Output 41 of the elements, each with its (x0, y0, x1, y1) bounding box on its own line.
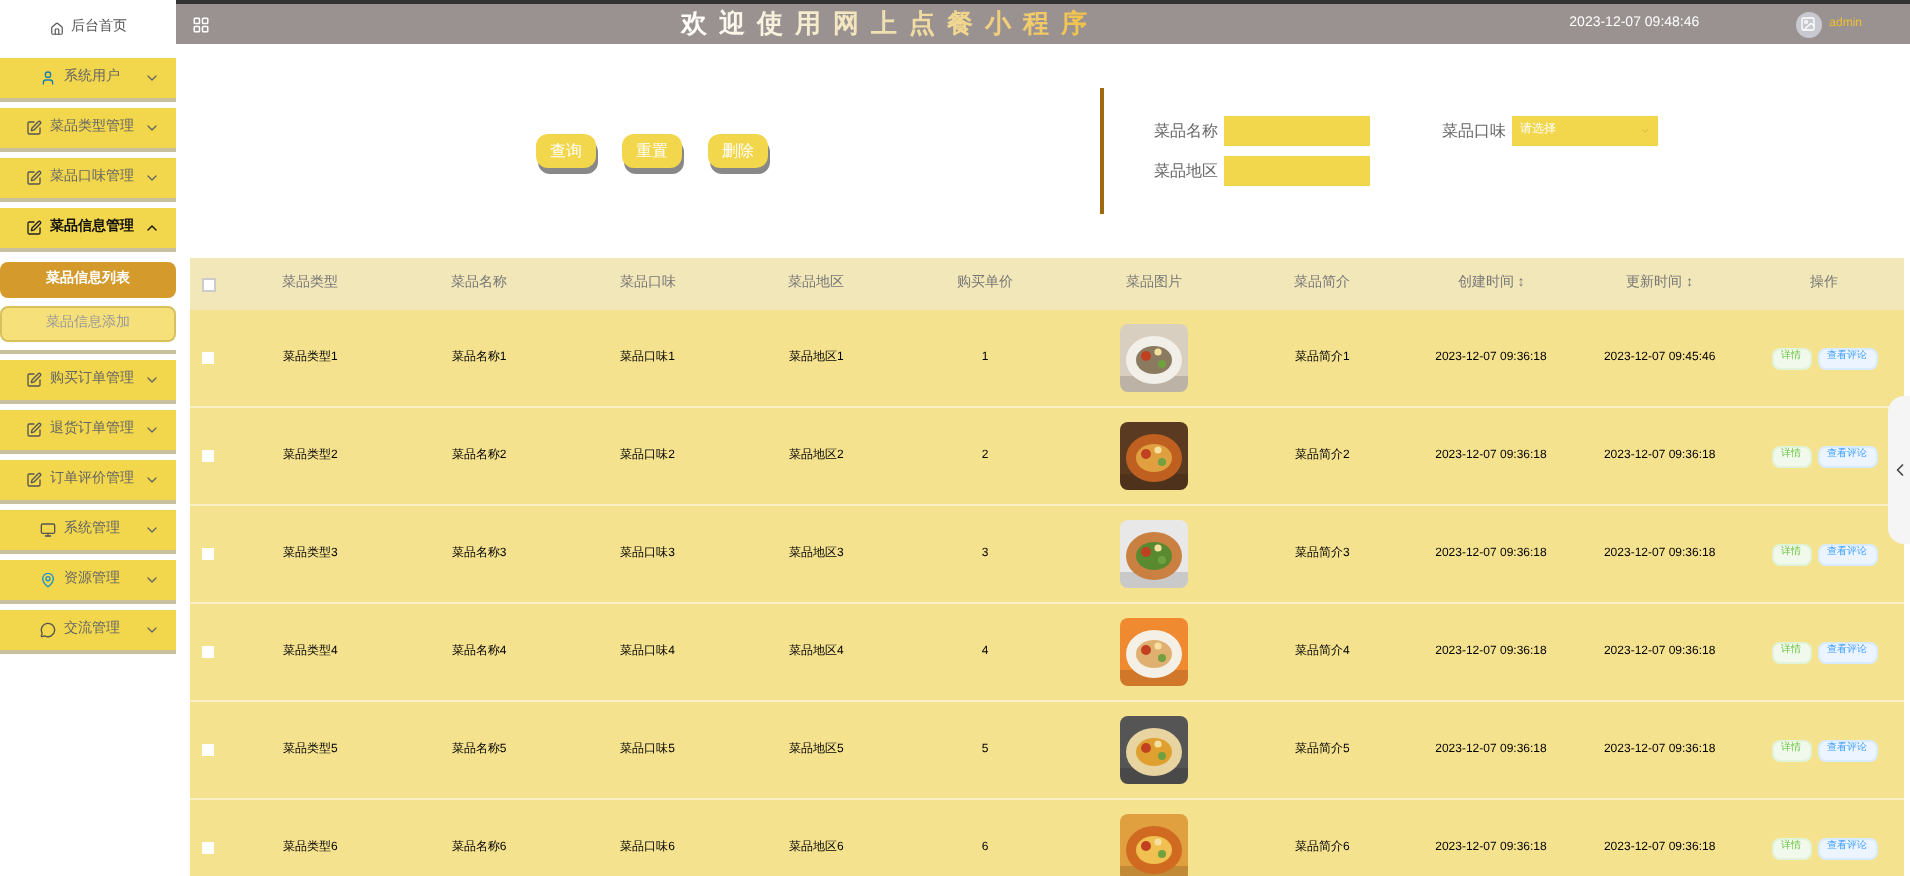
chevron-down-icon (1640, 126, 1650, 136)
field-label: 菜品口味 (1442, 119, 1506, 143)
collapse-handle[interactable] (1888, 396, 1910, 544)
checkbox[interactable] (202, 744, 214, 756)
chevron-down-icon (144, 170, 160, 186)
image-icon (1800, 16, 1817, 32)
checkbox[interactable] (202, 842, 214, 854)
menu-icon (26, 170, 42, 186)
menu-icon (40, 572, 56, 588)
menu-icon (26, 472, 42, 488)
chevron-down-icon (144, 522, 160, 538)
action-button[interactable]: 查询 (536, 134, 596, 168)
field-label: 菜品地区 (1154, 159, 1218, 183)
checkbox[interactable] (201, 277, 215, 291)
chevron-down-icon (144, 472, 160, 488)
menu-icon (26, 422, 42, 438)
chevron-up-icon (144, 220, 160, 236)
menu-icon (40, 70, 56, 86)
menu-icon (26, 372, 42, 388)
home-icon (49, 21, 63, 35)
chevron-down-icon (144, 70, 160, 86)
field-label: 菜品名称 (1154, 119, 1218, 143)
menu-icon (40, 622, 56, 638)
action-button[interactable]: 重置 (622, 134, 682, 168)
menu-icon (40, 522, 56, 538)
menu-icon (26, 220, 42, 236)
avatar[interactable] (1795, 11, 1822, 37)
action-button[interactable]: 删除 (708, 134, 768, 168)
chevron-down-icon (144, 422, 160, 438)
checkbox[interactable] (202, 548, 214, 560)
menu-icon (26, 120, 42, 136)
input-field[interactable] (1224, 156, 1370, 186)
chevron-down-icon (144, 372, 160, 388)
chevron-down-icon (144, 572, 160, 588)
input-field[interactable] (1224, 116, 1370, 146)
grid-icon[interactable] (192, 15, 210, 33)
chevron-down-icon (144, 622, 160, 638)
checkbox[interactable] (202, 450, 214, 462)
checkbox[interactable] (202, 646, 214, 658)
checkbox[interactable] (202, 352, 214, 364)
chevron-down-icon (144, 120, 160, 136)
